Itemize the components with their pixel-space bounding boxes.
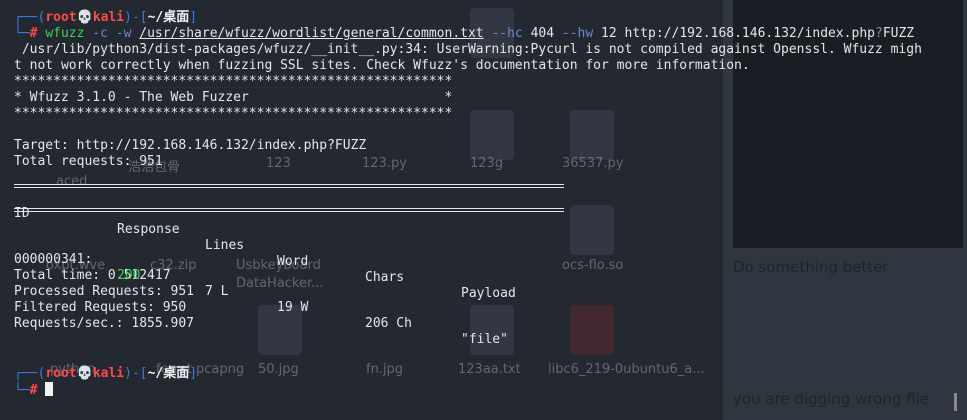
banner-stars: ****************************************…	[14, 74, 453, 89]
scrollbar[interactable]	[954, 393, 957, 411]
prompt-frame: ]	[189, 10, 198, 25]
prompt-frame: └─	[14, 383, 30, 398]
command-value: 12	[601, 26, 617, 41]
skull-icon: 💀	[76, 10, 93, 25]
prompt-hash: #	[29, 26, 38, 41]
command-flag: -w	[115, 26, 132, 41]
target-line: Target: http://192.168.146.132/index.php…	[14, 138, 367, 153]
command-flag: --hc	[491, 26, 523, 41]
header-chars: Chars	[365, 270, 405, 285]
terminal-window[interactable]: ┌──(root💀kali)-[~/桌面] └─# wfuzz -c -w /u…	[0, 0, 967, 420]
warning-line: /usr/lib/python3/dist-packages/wfuzz/__i…	[14, 42, 922, 57]
prompt-frame: ┌──(	[14, 10, 46, 25]
warning-line: t not work correctly when fuzzing SSL si…	[14, 58, 750, 73]
command-flag: --hw	[561, 26, 594, 41]
row-chars: 206 Ch	[365, 316, 412, 331]
row-word: 19 W	[277, 300, 309, 315]
text-cursor	[45, 382, 54, 396]
prompt-dir: ~/桌面	[147, 10, 190, 25]
prompt-host: kali	[92, 10, 125, 25]
header-payload: Payload	[461, 286, 516, 301]
command-line[interactable]: └─# wfuzz -c -w /usr/share/wfuzz/wordlis…	[14, 26, 967, 42]
prompt-frame: ]	[189, 366, 198, 381]
command-wordlist: /usr/share/wfuzz/wordlist/general/common…	[139, 26, 484, 41]
header-word: Word	[277, 254, 309, 269]
prompt-user: root	[45, 366, 77, 381]
command-flag: -c	[92, 26, 108, 41]
prompt-frame: )-[	[124, 10, 148, 25]
command-url: http://192.168.146.132/index.php	[624, 26, 875, 41]
total-requests-line: Total requests: 951	[14, 154, 163, 169]
table-separator	[14, 182, 967, 190]
banner-title: * Wfuzz 3.1.0 - The Web Fuzzer *	[14, 90, 453, 105]
summary-line: Requests/sec.: 1855.907	[14, 316, 195, 331]
prompt-line: ┌──(root💀kali)-[~/桌面]	[14, 10, 967, 26]
skull-icon: 💀	[76, 366, 93, 381]
command-url-glob: ?	[874, 26, 883, 41]
prompt-line: ┌──(root💀kali)-[~/桌面]	[14, 366, 967, 382]
prompt-frame: )-[	[124, 366, 148, 381]
table-row: 000000341: 200 7 L 19 W 206 Ch "file"	[14, 236, 967, 347]
command-value: 404	[530, 26, 555, 41]
command-url-fuzz: FUZZ	[882, 26, 915, 41]
summary-line: Total time: 0.512417	[14, 268, 171, 283]
prompt-frame: ┌──(	[14, 366, 46, 381]
prompt-dir: ~/桌面	[147, 366, 190, 381]
table-separator	[14, 206, 967, 214]
command-program: wfuzz	[45, 26, 85, 41]
row-response: 200	[117, 268, 141, 283]
summary-line: Filtered Requests: 950	[14, 300, 187, 315]
prompt-host: kali	[92, 366, 125, 381]
row-payload: "file"	[461, 332, 508, 347]
prompt-frame: └─	[14, 26, 30, 41]
banner-stars: ****************************************…	[14, 106, 453, 121]
row-id: 000000341:	[14, 252, 93, 267]
row-lines: 7 L	[205, 284, 229, 299]
command-line[interactable]: └─#	[14, 382, 967, 398]
prompt-user: root	[45, 10, 77, 25]
table-header: ID Response Lines Word Chars Payload	[14, 190, 967, 301]
prompt-hash: #	[29, 383, 38, 398]
